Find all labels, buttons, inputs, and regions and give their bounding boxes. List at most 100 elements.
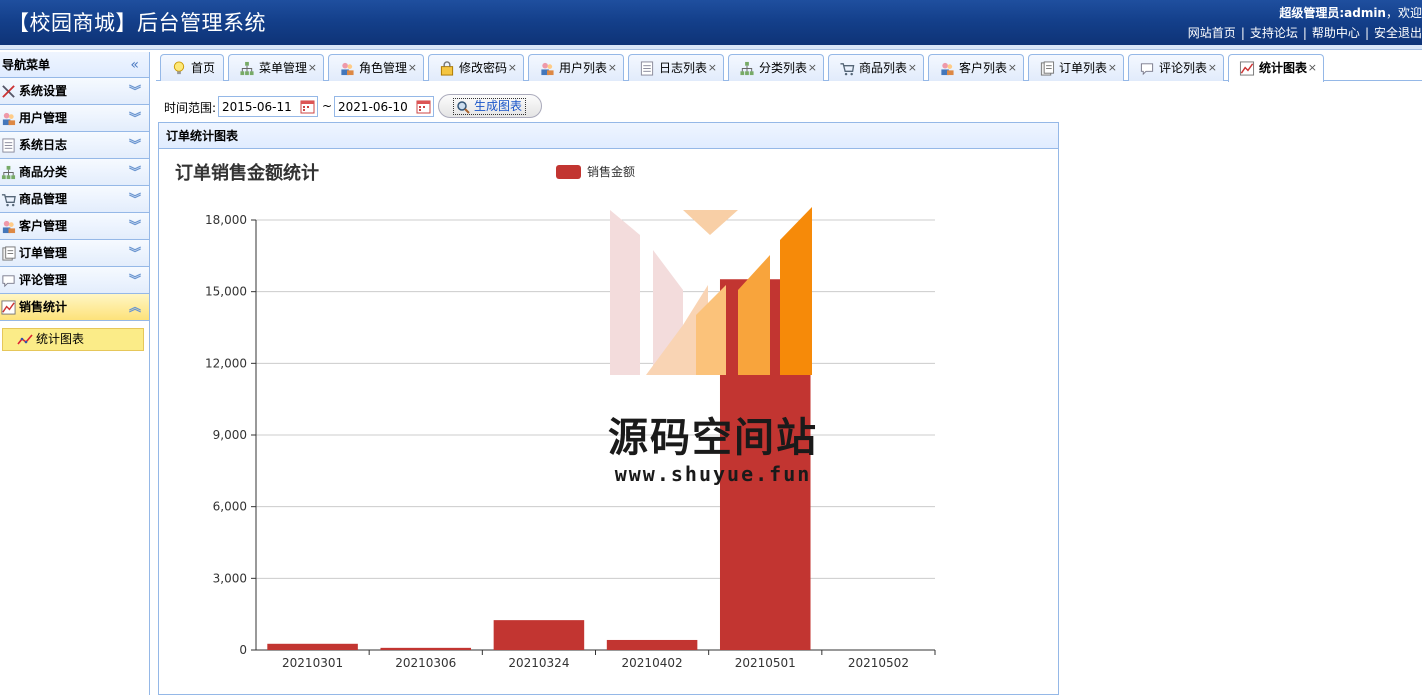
goods-icon: [1, 194, 16, 207]
tab-0[interactable]: 首页: [160, 54, 224, 81]
tab-1[interactable]: 菜单管理 ×: [228, 54, 324, 81]
link-logout[interactable]: 安全退出: [1374, 26, 1422, 40]
link-help[interactable]: 帮助中心: [1312, 26, 1360, 40]
chevron-down-icon[interactable]: ︾: [129, 186, 141, 212]
tools-icon: [2, 85, 15, 98]
close-icon[interactable]: ×: [408, 55, 417, 81]
close-icon[interactable]: ×: [308, 55, 317, 81]
chevron-down-icon[interactable]: ︾: [129, 267, 141, 293]
bar-20210301: [267, 643, 358, 650]
x-tick-label: 20210324: [508, 656, 569, 670]
tab-8[interactable]: 客户列表 ×: [928, 54, 1024, 81]
start-date-field[interactable]: [218, 96, 318, 117]
end-date-input[interactable]: [335, 97, 415, 116]
chevron-up-icon[interactable]: ︽: [129, 294, 141, 320]
y-tick-label: 0: [239, 643, 247, 657]
tab-4[interactable]: 用户列表 ×: [528, 54, 624, 81]
close-icon[interactable]: ×: [508, 55, 517, 81]
close-icon[interactable]: ×: [808, 55, 817, 81]
sidebar-item-7[interactable]: 评论管理 ︾: [0, 267, 149, 294]
sidebar-item-0[interactable]: 系统设置 ︾: [0, 78, 149, 105]
tab-label: 日志列表: [659, 61, 708, 75]
chevron-down-icon[interactable]: ︾: [129, 240, 141, 266]
calendar-icon[interactable]: [300, 99, 315, 114]
bar-20210402: [606, 639, 698, 650]
chevron-down-icon[interactable]: ︾: [129, 213, 141, 239]
calendar-icon[interactable]: [416, 99, 431, 114]
chevron-down-icon[interactable]: ︾: [129, 105, 141, 131]
close-icon[interactable]: ×: [1208, 55, 1217, 81]
chart-icon: [1239, 61, 1255, 76]
tab-10[interactable]: 评论列表 ×: [1128, 54, 1224, 81]
user-name: 超级管理员:admin: [1279, 6, 1386, 20]
sidebar-item-label: 评论管理: [19, 273, 68, 287]
start-date-input[interactable]: [219, 97, 299, 116]
line-chart-icon: [17, 334, 33, 345]
link-forum[interactable]: 支持论坛: [1250, 26, 1298, 40]
close-icon[interactable]: ×: [1108, 55, 1117, 81]
tab-label: 用户列表: [559, 61, 608, 75]
link-site-home[interactable]: 网站首页: [1188, 26, 1236, 40]
chart-icon: [1, 300, 16, 315]
close-icon[interactable]: ×: [1008, 55, 1017, 81]
y-tick-label: 9,000: [213, 428, 247, 442]
x-tick-label: 20210502: [848, 656, 909, 670]
tabs-bar: 首页 菜单管理 × 角色管理 × 修改密码 × 用户列表 × 日志列表 × 分类列表 × 商品列表 × 客户列…: [156, 52, 1422, 82]
comment-icon: [1140, 63, 1154, 76]
sidebar-item-5[interactable]: 客户管理 ︾: [0, 213, 149, 240]
tab-label: 订单列表: [1059, 61, 1108, 75]
chevron-down-icon[interactable]: ︾: [129, 159, 141, 185]
sidebar-item-label: 用户管理: [19, 111, 68, 125]
y-tick-label: 6,000: [213, 500, 247, 514]
log-icon: [640, 61, 654, 76]
header-divider: [0, 45, 1422, 50]
tab-label: 客户列表: [959, 61, 1008, 75]
sidebar-item-1[interactable]: 用户管理 ︾: [0, 105, 149, 132]
sidebar: 导航菜单 « 系统设置 ︾ 用户管理 ︾ 系统日志 ︾ 商品分类 ︾ 商品管理 ︾ 客户管理 ︾ 订单管…: [0, 52, 150, 695]
top-header: 【校园商城】后台管理系统 超级管理员:admin，欢迎 网站首页 | 支持论坛 | 帮助…: [0, 0, 1422, 45]
tab-label: 分类列表: [759, 61, 808, 75]
sidebar-item-4[interactable]: 商品管理 ︾: [0, 186, 149, 213]
tab-label: 商品列表: [859, 61, 908, 75]
bulb-icon: [173, 61, 185, 75]
x-tick-label: 20210501: [735, 656, 796, 670]
tab-label: 修改密码: [459, 61, 508, 75]
sidebar-item-2[interactable]: 系统日志 ︾: [0, 132, 149, 159]
chevron-down-icon[interactable]: ︾: [129, 78, 141, 104]
orders-icon: [1040, 61, 1055, 76]
customers-icon: [941, 62, 954, 76]
y-tick-label: 3,000: [213, 571, 247, 585]
generate-chart-button[interactable]: 生成图表: [438, 94, 542, 118]
close-icon[interactable]: ×: [708, 55, 717, 81]
tab-3[interactable]: 修改密码 ×: [428, 54, 524, 81]
sidebar-sub-item-chart[interactable]: 统计图表: [2, 328, 144, 351]
y-tick-label: 18,000: [205, 213, 247, 227]
legend-label: 销售金额: [587, 164, 635, 179]
tab-11[interactable]: 统计图表 ×: [1228, 54, 1324, 82]
sidebar-item-label: 商品管理: [19, 192, 68, 206]
sidebar-item-label: 销售统计: [19, 300, 68, 314]
sidebar-item-6[interactable]: 订单管理 ︾: [0, 240, 149, 267]
close-icon[interactable]: ×: [1308, 55, 1317, 81]
tab-9[interactable]: 订单列表 ×: [1028, 54, 1124, 81]
tab-5[interactable]: 日志列表 ×: [628, 54, 724, 81]
close-icon[interactable]: ×: [608, 55, 617, 81]
tab-2[interactable]: 角色管理 ×: [328, 54, 424, 81]
comment-icon: [2, 275, 15, 288]
sidebar-item-8[interactable]: 销售统计 ︽: [0, 294, 149, 321]
sidebar-title: 导航菜单: [2, 58, 51, 72]
legend-swatch: [556, 165, 581, 179]
tab-label: 首页: [191, 61, 216, 75]
end-date-field[interactable]: [334, 96, 434, 117]
role-icon: [341, 62, 354, 76]
chevron-down-icon[interactable]: ︾: [129, 132, 141, 158]
sidebar-item-label: 系统日志: [19, 138, 68, 152]
sidebar-item-3[interactable]: 商品分类 ︾: [0, 159, 149, 186]
user-greeting: 超级管理员:admin，欢迎: [1279, 4, 1422, 21]
tab-6[interactable]: 分类列表 ×: [728, 54, 824, 81]
collapse-left-icon[interactable]: «: [130, 52, 139, 78]
tree-icon: [240, 61, 254, 76]
close-icon[interactable]: ×: [908, 55, 917, 81]
chart-panel: 订单统计图表 订单销售金额统计 销售金额 0 3,000 6,000 9,000 12,00…: [158, 122, 1059, 695]
tab-7[interactable]: 商品列表 ×: [828, 54, 924, 81]
